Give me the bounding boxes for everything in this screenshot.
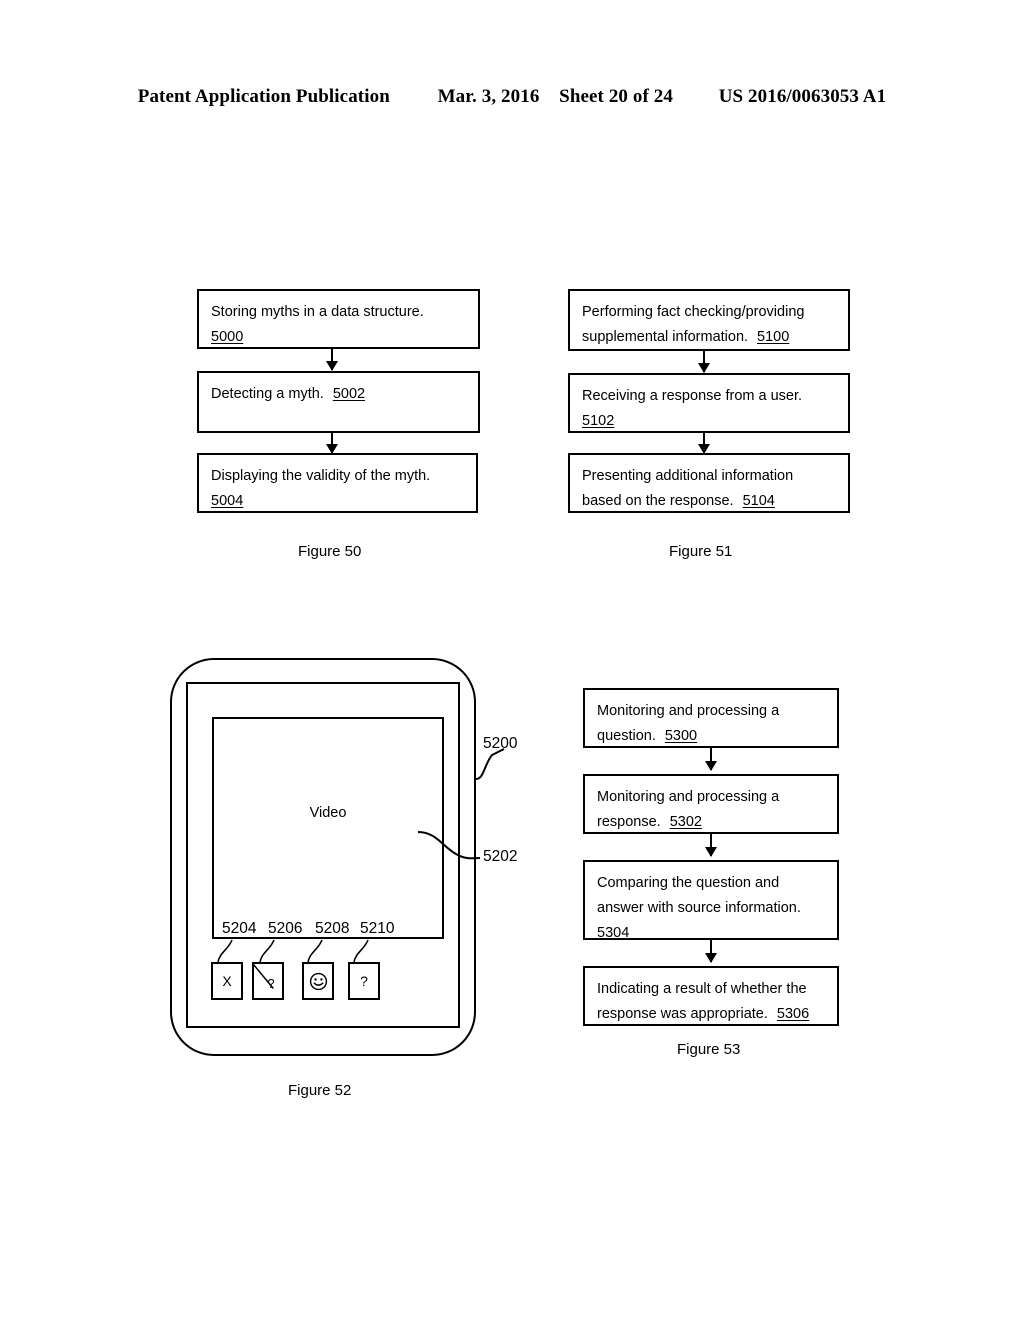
step-text-line-1: Comparing the question and	[597, 875, 780, 891]
step-text-line-2: response. 5302	[597, 814, 702, 830]
callout-5210: 5210	[360, 920, 395, 937]
smiley-face-icon	[309, 972, 327, 990]
step-text: Displaying the validity of the myth.	[211, 468, 431, 484]
step-text: Storing myths in a data structure.	[211, 304, 424, 320]
step-reference: 5100	[757, 329, 790, 345]
figure53-caption: Figure 53	[677, 1041, 741, 1058]
figure51-step-5104: Presenting additional information based …	[568, 453, 850, 513]
step-reference: 5302	[669, 814, 702, 830]
figure51-step-5100: Performing fact checking/providing suppl…	[568, 289, 850, 351]
step-reference: 5300	[664, 728, 698, 744]
x-icon: X	[222, 973, 232, 989]
step-reference: 5104	[742, 493, 775, 509]
step-text-line-2: answer with source information.	[597, 900, 801, 916]
publication-title: Patent Application Publication	[137, 86, 390, 107]
figure51-arrow-2	[698, 433, 710, 454]
callout-5202: 5202	[483, 848, 518, 865]
question-mark-icon: ?	[360, 973, 368, 989]
figure50-arrow-1	[326, 349, 338, 371]
figure50-step-5002: Detecting a myth. 5002	[197, 371, 480, 433]
step-reference: 5102	[582, 413, 615, 429]
figure50-step-5000: Storing myths in a data structure. 5000	[197, 289, 480, 349]
figure53-step-5300: Monitoring and processing a question. 530…	[583, 688, 839, 748]
figure50-step-5004: Displaying the validity of the myth. 500…	[197, 453, 478, 513]
figure50-arrow-2	[326, 433, 338, 454]
figure50-caption: Figure 50	[298, 543, 362, 560]
figure53-arrow-1	[705, 748, 717, 771]
step-text: Detecting a myth. 5002	[211, 386, 366, 402]
step-reference: 5304	[597, 925, 630, 941]
step-text: Receiving a response from a user.	[582, 388, 803, 404]
patent-publication-number: US 2016/0063053 A1	[718, 86, 887, 107]
step-text-line-1: Monitoring and processing a	[597, 703, 780, 719]
callout-5204: 5204	[222, 920, 257, 937]
close-x-button[interactable]: X	[211, 962, 243, 1000]
figure53-step-5306: Indicating a result of whether the respo…	[583, 966, 839, 1026]
step-text-line-2: based on the response. 5104	[582, 493, 775, 509]
video-label: Video	[309, 805, 347, 821]
smiley-button[interactable]	[302, 962, 334, 1000]
callout-5206: 5206	[268, 920, 303, 937]
figure51-step-5102: Receiving a response from a user. 5102	[568, 373, 850, 433]
figure53-step-5302: Monitoring and processing a response. 530…	[583, 774, 839, 834]
no-question-button[interactable]: ?	[252, 962, 284, 1000]
callout-5208: 5208	[315, 920, 350, 937]
figure53-arrow-2	[705, 834, 717, 857]
step-text-line-1: Indicating a result of whether the	[597, 981, 807, 997]
figure51-arrow-1	[698, 351, 710, 373]
figure53-step-5304: Comparing the question and answer with s…	[583, 860, 839, 941]
callout-5200: 5200	[483, 735, 518, 752]
slash-overlay-icon	[254, 964, 274, 989]
step-text-line-2: response was appropriate. 5306	[597, 1006, 810, 1022]
figure53-arrow-3	[705, 940, 717, 963]
step-text-line-2: supplemental information. 5100	[582, 329, 790, 345]
step-text-line-1: Presenting additional information	[582, 468, 794, 484]
no-question-icon: ?	[254, 964, 282, 998]
publication-date: Mar. 3, 2016	[437, 86, 540, 107]
figure52-caption: Figure 52	[288, 1082, 352, 1099]
step-text-line-1: Monitoring and processing a	[597, 789, 780, 805]
step-reference: 5002	[332, 386, 366, 402]
step-text-line-2: question. 5300	[597, 728, 698, 744]
video-screen	[212, 717, 444, 939]
step-reference: 5004	[211, 493, 244, 509]
step-reference: 5306	[776, 1006, 810, 1022]
sheet-number: Sheet 20 of 24	[559, 86, 673, 107]
step-reference: 5000	[211, 329, 244, 345]
figure51-caption: Figure 51	[669, 543, 733, 560]
step-text-line-1: Performing fact checking/providing	[582, 304, 805, 320]
question-button[interactable]: ?	[348, 962, 380, 1000]
patent-header: Patent Application Publication Mar. 3, 2…	[0, 86, 1024, 108]
